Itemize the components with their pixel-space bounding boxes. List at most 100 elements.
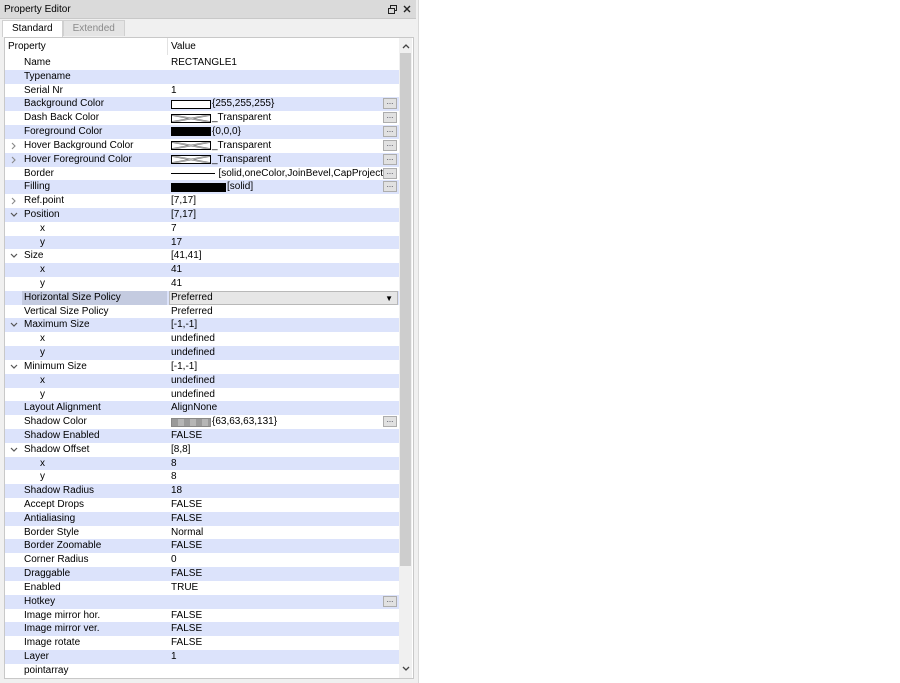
property-value-cell: [solid] <box>171 180 383 194</box>
close-icon[interactable] <box>401 2 413 16</box>
property-row[interactable]: Accept Drops FALSE <box>5 498 399 512</box>
property-row[interactable]: y undefined <box>5 346 399 360</box>
edit-ellipsis-button[interactable]: ... <box>383 416 397 428</box>
edit-ellipsis-button[interactable]: ... <box>383 167 397 179</box>
chevron-right-icon[interactable] <box>9 153 19 167</box>
property-name: Shadow Offset <box>24 443 90 455</box>
property-row[interactable]: Typename <box>5 69 399 84</box>
property-row[interactable]: Vertical Size Policy Preferred <box>5 305 399 319</box>
property-name: x <box>40 264 45 276</box>
property-row[interactable]: y 41 <box>5 277 399 291</box>
property-row[interactable]: Image mirror hor. FALSE <box>5 609 399 623</box>
property-row[interactable]: Layout Alignment AlignNone <box>5 401 399 416</box>
property-row[interactable]: Shadow Color {63,63,63,131}... <box>5 415 399 429</box>
property-value: FALSE <box>171 429 203 441</box>
float-icon[interactable] <box>386 2 398 16</box>
property-name: Hover Background Color <box>24 139 134 151</box>
edit-ellipsis-button[interactable]: ... <box>383 595 397 607</box>
scrollbar-thumb[interactable] <box>400 53 411 566</box>
property-value-cell[interactable]: Preferred <box>171 291 383 305</box>
property-row[interactable]: Background Color {255,255,255}... <box>5 97 399 112</box>
property-value-cell: 41 <box>171 263 383 277</box>
property-row[interactable]: Minimum Size [-1,-1] <box>5 360 399 374</box>
property-row[interactable]: y 17 <box>5 235 399 250</box>
tab-standard[interactable]: Standard <box>2 20 63 37</box>
property-row[interactable]: y8 <box>5 470 399 484</box>
property-row[interactable]: Draggable FALSE <box>5 567 399 581</box>
property-row[interactable]: Border Zoomable FALSE <box>5 539 399 554</box>
property-row[interactable]: x 41 <box>5 263 399 277</box>
property-value-cell: 7 <box>171 222 383 236</box>
property-row[interactable]: Hover Background Color _Transparent... <box>5 139 399 153</box>
scroll-up-icon[interactable] <box>399 39 412 52</box>
edit-ellipsis-button[interactable]: ... <box>383 126 397 138</box>
edit-ellipsis-button[interactable]: ... <box>383 112 397 124</box>
property-value: Preferred <box>171 305 213 317</box>
property-name: Background Color <box>24 98 105 110</box>
property-name: Image rotate <box>24 637 81 649</box>
property-value: [-1,-1] <box>171 360 198 372</box>
property-row[interactable]: Layer 1 <box>5 649 399 664</box>
property-row[interactable]: Size [41,41] <box>5 249 399 263</box>
chevron-down-icon[interactable] <box>9 318 19 332</box>
property-row[interactable]: x8 <box>5 456 399 471</box>
edit-ellipsis-button[interactable]: ... <box>383 153 397 165</box>
chevron-down-icon[interactable] <box>9 360 19 374</box>
property-row[interactable]: Ref.point [7,17] <box>5 194 399 208</box>
property-name: Shadow Enabled <box>24 429 100 441</box>
property-row[interactable]: Filling [solid]... <box>5 180 399 195</box>
property-row[interactable]: Dash Back Color _Transparent... <box>5 111 399 125</box>
edit-ellipsis-button[interactable]: ... <box>383 181 397 193</box>
property-row[interactable]: Image mirror ver. FALSE <box>5 622 399 637</box>
column-divider[interactable] <box>167 38 168 55</box>
property-value-cell: {0,0,0} <box>171 125 383 139</box>
property-row[interactable]: Name RECTANGLE1 <box>5 56 399 70</box>
property-row[interactable]: Border Style Normal <box>5 526 399 540</box>
property-name: Shadow Radius <box>24 485 95 497</box>
chevron-down-icon[interactable] <box>9 249 19 263</box>
property-value-cell: [-1,-1] <box>171 318 383 332</box>
property-row[interactable]: Position [7,17] <box>5 207 399 222</box>
property-row[interactable]: Maximum Size [-1,-1] <box>5 318 399 333</box>
property-row[interactable]: Image rotate FALSE <box>5 636 399 650</box>
property-row[interactable]: ▼ Horizontal Size Policy Preferred <box>5 290 399 305</box>
property-row[interactable]: Shadow Enabled FALSE <box>5 428 399 443</box>
property-row[interactable]: Border [solid,oneColor,JoinBevel,CapProje… <box>5 167 399 181</box>
property-name: Hotkey <box>24 595 56 607</box>
chevron-right-icon[interactable] <box>9 194 19 208</box>
edit-ellipsis-button[interactable]: ... <box>383 139 397 151</box>
dropdown-arrow-icon[interactable]: ▼ <box>385 294 393 303</box>
property-value-cell: FALSE <box>171 498 383 512</box>
property-row[interactable]: Foreground Color {0,0,0}... <box>5 125 399 139</box>
chevron-down-icon[interactable] <box>9 208 19 222</box>
property-value: undefined <box>171 388 215 400</box>
property-row[interactable]: Hover Foreground Color _Transparent... <box>5 152 399 167</box>
property-row[interactable]: Corner Radius 0 <box>5 553 399 567</box>
property-value: Normal <box>171 526 204 538</box>
edit-ellipsis-button[interactable]: ... <box>383 98 397 110</box>
property-row[interactable]: x7 <box>5 222 399 236</box>
property-row[interactable]: pointarray <box>5 664 399 678</box>
chevron-down-icon[interactable] <box>9 443 19 457</box>
property-value: [8,8] <box>171 443 191 455</box>
scroll-down-icon[interactable] <box>399 662 412 675</box>
property-value-cell: undefined <box>171 374 383 388</box>
property-row[interactable]: x undefined <box>5 332 399 346</box>
property-name: Size <box>24 250 44 262</box>
property-row[interactable]: Hotkey... <box>5 594 399 609</box>
property-value-cell <box>171 595 383 609</box>
property-name: Border <box>24 167 55 179</box>
property-row[interactable]: y undefined <box>5 388 399 402</box>
chevron-right-icon[interactable] <box>9 139 19 153</box>
property-row[interactable]: Shadow Offset [8,8] <box>5 443 399 457</box>
property-row[interactable]: Shadow Radius 18 <box>5 484 399 498</box>
vertical-scrollbar[interactable] <box>399 38 412 678</box>
property-row[interactable]: Serial Nr 1 <box>5 84 399 98</box>
property-row[interactable]: Enabled TRUE <box>5 581 399 595</box>
column-header-value[interactable]: Value <box>171 41 196 52</box>
property-row[interactable]: Antialiasing FALSE <box>5 511 399 526</box>
property-name: y <box>40 347 45 359</box>
property-row[interactable]: x undefined <box>5 373 399 388</box>
tab-extended[interactable]: Extended <box>62 20 125 36</box>
column-header-property[interactable]: Property <box>8 41 46 52</box>
